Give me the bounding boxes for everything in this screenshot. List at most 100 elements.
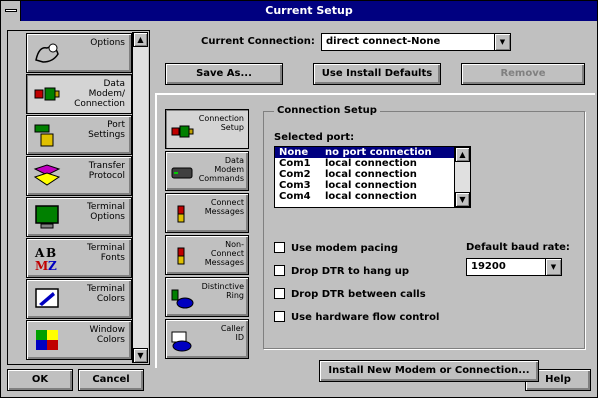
current-connection-select[interactable]: direct connect-None ▼ bbox=[321, 33, 511, 51]
sidebar-item-window-colors[interactable]: Window Colors bbox=[26, 320, 132, 360]
sidebar-item-label: Window Colors bbox=[89, 325, 126, 345]
baud-rate-value: 19200 bbox=[471, 261, 506, 272]
cancel-label: Cancel bbox=[92, 374, 130, 385]
sidebar-item-label: Port Settings bbox=[88, 120, 125, 140]
tab-label: Caller ID bbox=[220, 324, 244, 342]
remove-button[interactable]: Remove bbox=[461, 63, 585, 85]
checkbox-box[interactable] bbox=[274, 288, 285, 299]
svg-text:B: B bbox=[46, 246, 56, 260]
ok-label: OK bbox=[31, 374, 49, 385]
transfer-protocol-icon bbox=[33, 164, 61, 186]
tab-label: Connect Messages bbox=[204, 198, 244, 216]
connection-setup-group: Connection Setup Selected port: None no p… bbox=[263, 105, 585, 349]
port-name: Com3 bbox=[279, 180, 311, 191]
port-description: local connection bbox=[325, 191, 417, 202]
current-connection-value: direct connect-None bbox=[326, 36, 441, 47]
drop-dtr-between-calls-checkbox[interactable]: Drop DTR between calls bbox=[274, 288, 426, 300]
drop-dtr-hang-up-checkbox[interactable]: Drop DTR to hang up bbox=[274, 265, 409, 277]
checkbox-box[interactable] bbox=[274, 242, 285, 253]
current-setup-window: Current Setup Options Data Modem/ Connec… bbox=[0, 0, 598, 398]
hardware-flow-control-checkbox[interactable]: Use hardware flow control bbox=[274, 311, 439, 323]
tab-label: Connection Setup bbox=[198, 114, 244, 132]
save-as-button[interactable]: Save As... bbox=[165, 63, 283, 85]
port-settings-icon bbox=[34, 124, 54, 147]
tab-data-modem-commands[interactable]: Data Modem Commands bbox=[165, 151, 249, 191]
checkbox-label: Use modem pacing bbox=[291, 243, 399, 254]
port-name: Com1 bbox=[279, 158, 311, 169]
sidebar-item-label: Terminal Colors bbox=[86, 284, 125, 304]
list-item[interactable]: Com4 local connection bbox=[275, 191, 455, 202]
scroll-up-icon[interactable]: ▲ bbox=[133, 32, 148, 47]
use-install-defaults-button[interactable]: Use Install Defaults bbox=[313, 63, 441, 85]
terminal-colors-icon bbox=[35, 288, 59, 308]
sidebar-item-label: Data Modem/ Connection bbox=[74, 79, 125, 109]
list-item[interactable]: Com1 local connection bbox=[275, 158, 455, 169]
checkbox-label: Use hardware flow control bbox=[291, 312, 440, 323]
use-install-defaults-label: Use Install Defaults bbox=[321, 68, 433, 79]
cancel-button[interactable]: Cancel bbox=[78, 369, 144, 391]
connection-tab-panel: Connection Setup Data Modem Commands Con… bbox=[165, 109, 257, 363]
list-item[interactable]: Com3 local connection bbox=[275, 180, 455, 191]
terminal-fonts-icon: A BM Z bbox=[34, 246, 57, 271]
sidebar-item-data-modem-connection[interactable]: Data Modem/ Connection bbox=[26, 74, 132, 114]
install-new-modem-label: Install New Modem or Connection... bbox=[328, 365, 530, 376]
sidebar-item-port-settings[interactable]: Port Settings bbox=[26, 115, 132, 155]
sidebar-item-options[interactable]: Options bbox=[26, 33, 132, 73]
port-list-scrollbar[interactable]: ▲ ▼ bbox=[454, 147, 470, 207]
terminal-options-icon bbox=[35, 205, 59, 229]
remove-label: Remove bbox=[500, 68, 546, 79]
port-list[interactable]: None no port connection Com1 local connect… bbox=[274, 146, 471, 208]
modem-connection-icon bbox=[34, 87, 60, 101]
window-colors-icon bbox=[36, 330, 58, 350]
use-modem-pacing-checkbox[interactable]: Use modem pacing bbox=[274, 242, 398, 254]
checkbox-box[interactable] bbox=[274, 311, 285, 322]
checkbox-label: Drop DTR to hang up bbox=[291, 266, 410, 277]
selected-port-label: Selected port: bbox=[274, 132, 355, 143]
sidebar-item-transfer-protocol[interactable]: Transfer Protocol bbox=[26, 156, 132, 196]
checkbox-label: Drop DTR between calls bbox=[291, 289, 426, 300]
list-item[interactable]: Com2 local connection bbox=[275, 169, 455, 180]
checkbox-box[interactable] bbox=[274, 265, 285, 276]
tab-non-connect-messages[interactable]: Non- Connect Messages bbox=[165, 235, 249, 275]
tab-connect-messages[interactable]: Connect Messages bbox=[165, 193, 249, 233]
tab-caller-id[interactable]: Caller ID bbox=[165, 319, 249, 359]
save-as-label: Save As... bbox=[196, 68, 252, 79]
svg-text:Z: Z bbox=[48, 259, 57, 271]
current-connection-label: Current Connection: bbox=[201, 36, 315, 47]
sidebar-item-label: Options bbox=[90, 38, 125, 48]
chevron-down-icon[interactable]: ▼ bbox=[494, 34, 510, 50]
install-new-modem-button[interactable]: Install New Modem or Connection... bbox=[319, 360, 539, 382]
list-item[interactable]: None no port connection bbox=[275, 147, 455, 158]
scroll-down-icon[interactable]: ▼ bbox=[133, 348, 148, 363]
port-name: Com4 bbox=[279, 191, 311, 202]
settings-area: Current Connection: direct connect-None … bbox=[155, 25, 595, 382]
sidebar-item-label: Terminal Fonts bbox=[86, 243, 125, 263]
system-menu-icon bbox=[5, 9, 17, 12]
port-description: local connection bbox=[325, 158, 417, 169]
scroll-up-icon[interactable]: ▲ bbox=[455, 147, 470, 162]
port-description: no port connection bbox=[325, 147, 432, 158]
port-name: Com2 bbox=[279, 169, 311, 180]
svg-text:A: A bbox=[34, 246, 45, 260]
group-title: Connection Setup bbox=[274, 105, 380, 116]
svg-text:M: M bbox=[35, 259, 48, 271]
sidebar-item-label: Terminal Options bbox=[86, 202, 125, 222]
options-icon bbox=[35, 43, 59, 63]
baud-rate-select[interactable]: 19200 ▼ bbox=[466, 258, 562, 276]
sidebar-item-terminal-fonts[interactable]: ABMZ Terminal Fonts bbox=[26, 238, 132, 278]
sidebar-item-terminal-options[interactable]: Terminal Options bbox=[26, 197, 132, 237]
ok-button[interactable]: OK bbox=[7, 369, 73, 391]
left-setup-panel: Options Data Modem/ Connection Port Sett… bbox=[7, 30, 150, 365]
port-description: local connection bbox=[325, 180, 417, 191]
scroll-down-icon[interactable]: ▼ bbox=[455, 192, 470, 207]
chevron-down-icon[interactable]: ▼ bbox=[545, 259, 561, 275]
sidebar-item-terminal-colors[interactable]: Terminal Colors bbox=[26, 279, 132, 319]
title-bar: Current Setup bbox=[1, 1, 597, 21]
system-menu-button[interactable] bbox=[1, 1, 21, 21]
tab-label: Data Modem Commands bbox=[198, 156, 244, 183]
tab-distinctive-ring[interactable]: Distinctive Ring bbox=[165, 277, 249, 317]
tab-connection-setup[interactable]: Connection Setup bbox=[165, 109, 249, 149]
sidebar-scrollbar[interactable]: ▲ ▼ bbox=[132, 32, 148, 363]
tab-label: Non- Connect Messages bbox=[204, 240, 244, 267]
default-baud-rate-label: Default baud rate: bbox=[466, 242, 570, 253]
